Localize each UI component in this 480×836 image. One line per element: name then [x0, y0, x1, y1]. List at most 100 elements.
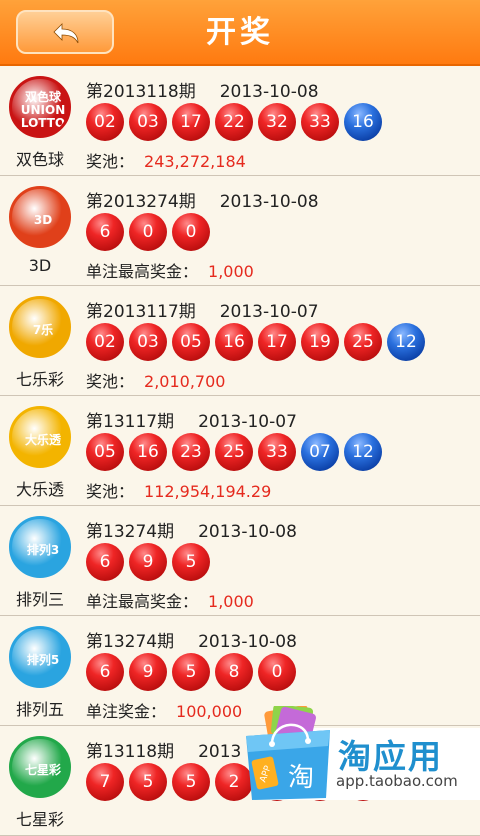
red-ball: 25	[215, 433, 253, 471]
lottery-name: 3D	[28, 256, 52, 275]
header-bar: 开奖	[0, 0, 480, 66]
prize-info: 奖池： 243,272,184	[86, 148, 246, 172]
draw-meta: 第13117期 2013-10-07	[86, 407, 297, 432]
lottery-row[interactable]: 双色球 UNION LOTTO 双色球 第2013118期 2013-10-08 02 0…	[0, 66, 480, 176]
prize-label: 奖池：	[86, 372, 135, 391]
lottery-logo-text: 排列5	[26, 652, 60, 667]
red-ball: 05	[172, 323, 210, 361]
prize-label: 单注最高奖金：	[86, 262, 199, 281]
prize-value: 243,272,184	[144, 152, 246, 171]
blue-ball: 07	[301, 433, 339, 471]
red-ball: 22	[215, 103, 253, 141]
prize-label: 奖池：	[86, 152, 135, 171]
lottery-name: 七星彩	[15, 810, 64, 829]
draw-issue: 第13117期	[86, 412, 175, 432]
prize-info: 单注奖金： 100,000	[86, 698, 242, 722]
red-ball: 9	[129, 543, 167, 581]
ad-url: app.taobao.com	[336, 772, 458, 790]
lottery-logo-icon: 排列3	[9, 516, 71, 578]
page-title: 开奖	[206, 15, 274, 50]
prize-info: 单注最高奖金： 1,000	[86, 258, 254, 282]
red-ball: 6	[86, 543, 124, 581]
red-ball: 0	[129, 213, 167, 251]
draw-date: 2013-10-08	[198, 632, 297, 652]
red-ball: 19	[301, 323, 339, 361]
draw-issue: 第2013274期	[86, 192, 196, 212]
taobao-app-ad[interactable]: APP 淘 淘应用 app.taobao.com	[242, 706, 480, 800]
winning-numbers: 695	[86, 543, 215, 587]
draw-date: 2013-10-08	[198, 522, 297, 542]
red-ball: 33	[258, 433, 296, 471]
red-ball: 0	[172, 213, 210, 251]
draw-date: 2013-10-08	[219, 82, 319, 102]
lottery-logo-icon: 双色球 UNION LOTTO	[9, 76, 71, 138]
lottery-logo-text: 大乐透	[24, 432, 61, 447]
red-ball: 8	[215, 653, 253, 691]
lottery-row[interactable]: 3D 3D 第2013274期 2013-10-08 6 0 0 单注最高奖金： 1,000	[0, 176, 480, 286]
lottery-logo-icon: 排列5	[9, 626, 71, 688]
prize-value: 1,000	[208, 262, 254, 281]
lottery-logo-icon: 3D	[9, 186, 71, 248]
winning-numbers: 02 03 17 22 32 33 16	[86, 103, 387, 147]
red-ball: 7	[86, 763, 124, 801]
lottery-logo-text: 3D	[33, 212, 53, 227]
lottery-name: 大乐透	[15, 480, 64, 499]
red-ball: 17	[172, 103, 210, 141]
red-ball: 02	[86, 323, 124, 361]
lottery-name: 七乐彩	[15, 370, 64, 389]
prize-value: 2,010,700	[144, 372, 226, 391]
red-ball: 5	[172, 763, 210, 801]
red-ball: 6	[86, 653, 124, 691]
shopping-bag-icon: APP 淘	[246, 706, 330, 800]
blue-ball: 16	[344, 103, 382, 141]
draw-issue: 第13274期	[86, 632, 175, 652]
lottery-row[interactable]: 排列3 排列三 第13274期 2013-10-08 6 9 5 单注最高奖金： 1,000	[0, 506, 480, 616]
red-ball: 17	[258, 323, 296, 361]
lottery-logo-icon: 7乐	[9, 296, 71, 358]
draw-date: 2013	[198, 742, 242, 762]
lottery-row[interactable]: 大乐透 大乐透 第13117期 2013-10-07 05 16 23 25 33 07 12 奖池：…	[0, 396, 480, 506]
bag-label-text: 淘	[288, 763, 314, 793]
prize-label: 奖池：	[86, 482, 135, 501]
prize-label: 单注最高奖金：	[86, 592, 199, 611]
lottery-logo-text: 7乐	[32, 322, 54, 337]
red-ball: 02	[86, 103, 124, 141]
draw-meta: 第13118期 2013	[86, 737, 241, 762]
draw-meta: 第2013117期 2013-10-07	[86, 297, 319, 322]
lottery-logo-icon: 大乐透	[9, 406, 71, 468]
prize-value: 112,954,194.29	[144, 482, 272, 501]
lottery-name: 双色球	[15, 150, 64, 169]
red-ball: 5	[129, 763, 167, 801]
draw-meta: 第13274期 2013-10-08	[86, 627, 297, 652]
winning-numbers: 02 03 05 16 17 19 25 12	[86, 323, 430, 367]
draw-issue: 第13118期	[86, 742, 175, 762]
prize-info: 奖池： 112,954,194.29	[86, 478, 271, 502]
prize-info: 单注最高奖金： 1,000	[86, 588, 254, 612]
blue-ball: 12	[344, 433, 382, 471]
draw-meta: 第13274期 2013-10-08	[86, 517, 297, 542]
red-ball: 5	[172, 653, 210, 691]
blue-ball: 12	[387, 323, 425, 361]
red-ball: 03	[129, 323, 167, 361]
lottery-logo-text: 七星彩	[24, 762, 61, 777]
lottery-logo-text: 双色球 UNION LOTTO	[20, 89, 66, 130]
lottery-logo-text: 排列3	[26, 542, 60, 557]
ad-title: 淘应用	[338, 737, 443, 776]
draw-meta: 第2013274期 2013-10-08	[86, 187, 319, 212]
red-ball: 16	[215, 323, 253, 361]
prize-value: 100,000	[176, 702, 243, 721]
draw-meta: 第2013118期 2013-10-08	[86, 77, 319, 102]
lottery-logo-icon: 七星彩	[9, 736, 71, 798]
winning-numbers: 69580	[86, 653, 301, 697]
red-ball: 25	[344, 323, 382, 361]
prize-value: 1,000	[208, 592, 254, 611]
lottery-row[interactable]: 7乐七乐彩 第2013117期 2013-10-07 02 03 05 16 17 19 25 12…	[0, 286, 480, 396]
red-ball: 03	[129, 103, 167, 141]
red-ball: 6	[86, 213, 124, 251]
draw-date: 2013-10-07	[219, 302, 319, 322]
red-ball: 33	[301, 103, 339, 141]
winning-numbers: 600	[86, 213, 215, 257]
lottery-name: 排列五	[15, 700, 64, 719]
red-ball: 23	[172, 433, 210, 471]
prize-label: 单注奖金：	[86, 702, 167, 721]
